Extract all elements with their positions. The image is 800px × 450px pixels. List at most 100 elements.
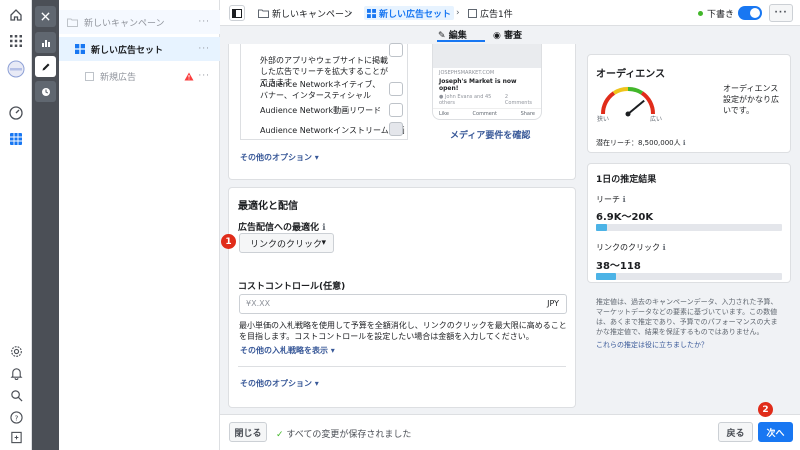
feedback-link[interactable]: これらの推定は役に立ちましたか？ [596,340,708,350]
preview-likes: ● John Evans and 45 others [439,94,492,106]
ad-square-icon [468,8,477,18]
preview-comment: Comment [472,111,498,117]
tree-ad-label: 新規広告 [100,72,137,83]
dashboard-gauge-icon[interactable] [0,100,32,126]
adset-more-menu[interactable]: ··· [198,44,210,54]
report-icon[interactable] [0,424,32,450]
close-button[interactable]: 閉じる [229,422,267,442]
status-dot [698,11,703,16]
close-editor-icon[interactable] [35,6,56,27]
preview-comments: 2 Comments [504,94,533,106]
pencil-edit-icon[interactable] [35,56,56,77]
preview-like: Like [439,111,449,117]
campaign-more-menu[interactable]: ··· [198,17,210,27]
tab-review[interactable]: ◉ 審査 [493,28,522,41]
svg-text:?: ? [14,413,18,422]
currency-label: JPY [547,299,559,308]
placement-checkbox[interactable] [389,103,403,117]
potential-reach-text: 潜在リーチ：8,500,000人 [596,139,681,147]
optimization-goal-label-text: 広告配信への最適化 [238,223,320,233]
cost-control-placeholder: ¥X.XX [246,299,271,308]
account-avatar[interactable] [0,56,32,82]
daily-results-title: 1日の推定結果 [596,175,657,185]
tree-item-campaign[interactable]: 新しいキャンペーン ··· [59,10,220,34]
editing-tools-column [32,0,59,450]
top-bar: 新しいキャンペーン › 新しい広告セット › 広告1件 下書き ··· [220,0,800,26]
placement-checkbox[interactable] [389,82,403,96]
ad-more-menu[interactable]: ··· [198,71,210,81]
global-nav-rail: ? [0,0,32,450]
next-button[interactable]: 次へ [758,422,793,442]
ad-preview-mockup: JOSEPHSMARKET.COM Joseph's Market is now… [432,44,542,120]
draft-toggle[interactable] [738,6,762,20]
tree-item-adset[interactable]: 新しい広告セット ··· [59,37,220,61]
potential-reach: 潜在リーチ：8,500,000人 ℹ [596,138,686,148]
clicks-value: 38〜118 [596,261,641,272]
placement-checkbox[interactable] [389,43,403,57]
bar-chart-icon[interactable] [35,32,56,53]
reach-label-text: リーチ [596,195,620,204]
info-icon[interactable]: ℹ [623,195,626,204]
audience-description: オーディエンス設定がかなり広いです。 [723,84,779,115]
optimization-goal-label: 広告配信への最適化 ℹ [238,220,326,233]
gauge-wide-label: 広い [650,116,663,123]
placement-option-label: Audience Networkネイティブ、バナー、インタースティシャル [260,80,381,100]
clicks-bar [596,273,782,280]
tree-item-ad[interactable]: 新規広告 ··· [59,64,220,88]
ad-square-icon [85,71,94,81]
apps-grid-icon[interactable] [0,28,32,54]
audience-title: オーディエンス [596,69,666,80]
placement-checkbox[interactable] [389,122,403,136]
cost-control-input[interactable]: ¥X.XX JPY [239,294,567,314]
breadcrumb-adset-label: 新しい広告セット [379,9,452,20]
active-tab-indicator [437,40,485,42]
folder-icon [258,9,269,18]
more-options-button[interactable]: ··· [769,4,793,22]
bid-strategy-link[interactable]: その他の入札戦略を表示 ▾ [240,345,335,356]
chevron-right-icon: › [456,8,460,18]
reach-value: 6.9K〜20K [596,212,654,223]
optimization-goal-dropdown[interactable]: リンクのクリック ▾ [239,233,334,253]
ads-manager-table-icon[interactable] [0,126,32,152]
tree-campaign-label: 新しいキャンペーン [84,18,165,29]
preview-share: Share [520,111,535,117]
clicks-label: リンクのクリック ℹ [596,242,666,253]
step-badge: 1 [221,234,236,249]
breadcrumb-adset[interactable]: 新しい広告セット [364,6,455,20]
cost-control-help: 最小単価の入札戦略を使用して予算を全額消化し、リンクのクリックを最大限に高めるこ… [239,321,567,341]
cost-control-label: コストコントロール(任意) [238,282,346,292]
tree-adset-label: 新しい広告セット [91,45,164,56]
caret-down-icon: ▾ [321,238,326,248]
warning-triangle-icon [184,72,194,81]
adset-grid-icon [367,8,376,18]
preview-headline: Joseph's Market is now open! [439,78,517,92]
reach-bar-fill [596,224,608,231]
info-icon[interactable]: ℹ [322,223,325,233]
reach-bar [596,224,782,231]
save-status-text: すべての変更が保存されました [286,430,412,440]
breadcrumb-campaign[interactable]: 新しいキャンペーン [258,6,353,20]
preview-nav-icons: ▭◉▦◔☰ [433,119,541,120]
media-requirements-link[interactable]: メディア要件を確認 [450,128,530,141]
tab-review-label: 審査 [504,31,523,41]
optimization-section-title: 最適化と配信 [238,201,298,212]
history-clock-icon[interactable] [35,81,56,102]
more-options-link[interactable]: その他のオプション ▾ [240,378,319,389]
clicks-bar-fill [596,273,617,280]
breadcrumb-ad[interactable]: 広告1件 [468,6,513,20]
folder-icon [67,18,78,27]
campaign-tree-panel: 新しいキャンペーン ··· 新しい広告セット ··· 新規広告 ··· [59,0,220,450]
back-button[interactable]: 戻る [718,422,753,442]
home-icon[interactable] [0,2,32,28]
estimate-note: 推定値は、過去のキャンペーンデータ、入力された予算、マーケットデータなどの要素に… [596,298,778,336]
info-icon[interactable]: ℹ [663,243,666,252]
adset-grid-icon [75,44,85,54]
save-status: ✓ すべての変更が保存されました [276,427,411,440]
chevron-right-icon: › [348,8,352,18]
toggle-panel-icon[interactable] [229,5,245,21]
clicks-label-text: リンクのクリック [596,243,660,252]
info-icon[interactable]: ℹ [683,139,686,147]
more-options-link[interactable]: その他のオプション ▾ [240,152,319,163]
breadcrumb-ad-label: 広告1件 [480,9,513,20]
gauge-narrow-label: 狭い [597,116,610,123]
